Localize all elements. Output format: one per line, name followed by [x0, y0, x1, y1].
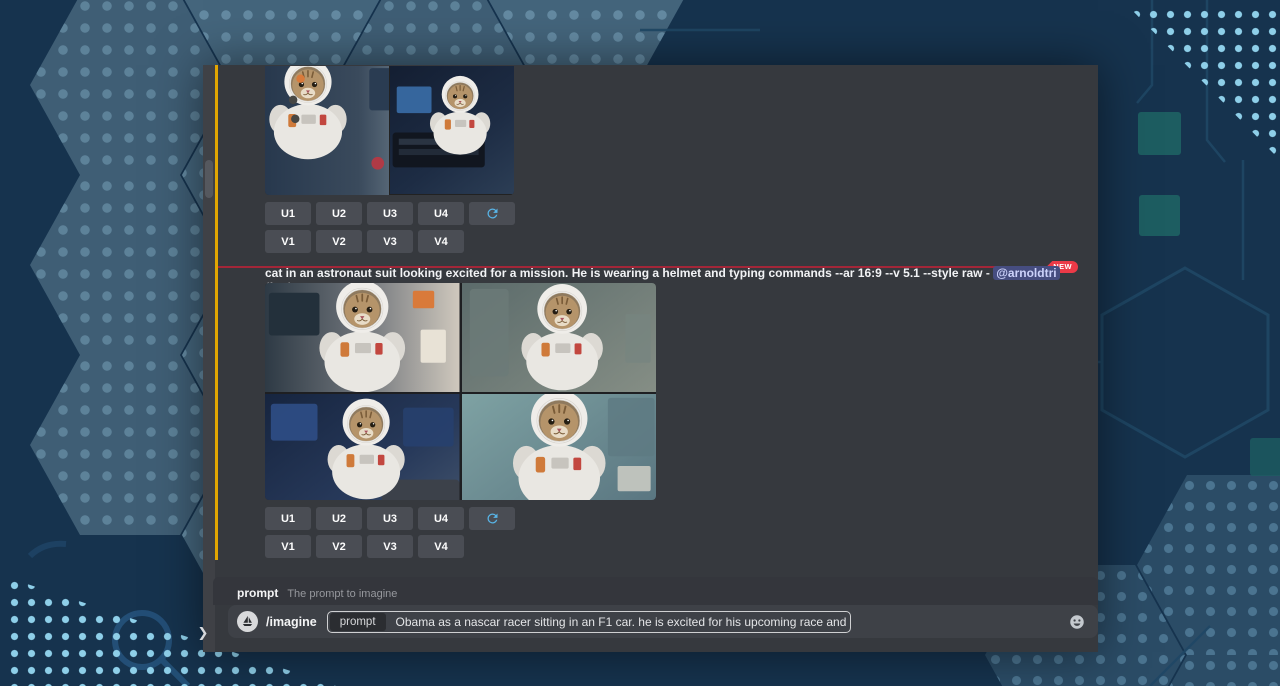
refresh-icon — [485, 511, 500, 526]
generated-image[interactable] — [265, 283, 460, 392]
expand-chevron-icon[interactable]: ❯ — [195, 625, 211, 643]
slash-command-name: /imagine — [266, 615, 317, 629]
prompt-option-field[interactable]: prompt Obama as a nascar racer sitting i… — [327, 611, 851, 633]
v3-button[interactable]: V3 — [367, 535, 413, 558]
teal-square-decor — [1138, 112, 1181, 155]
v3-button[interactable]: V3 — [367, 230, 413, 253]
u2-button[interactable]: U2 — [316, 202, 362, 225]
hint-option-name: prompt — [237, 586, 278, 600]
slash-command-hint[interactable]: prompt The prompt to imagine — [237, 586, 397, 600]
generated-image[interactable] — [265, 394, 460, 500]
collapsed-sidebar-strip — [203, 65, 215, 652]
generated-image[interactable] — [265, 66, 389, 195]
message2-variation-row: V1 V2 V3 V4 — [265, 535, 464, 558]
u2-button[interactable]: U2 — [316, 507, 362, 530]
v2-button[interactable]: V2 — [316, 230, 362, 253]
generated-image-pair[interactable] — [265, 66, 514, 195]
message1-variation-row: V1 V2 V3 V4 — [265, 230, 464, 253]
generated-image-grid[interactable] — [265, 283, 656, 500]
prompt-text: cat in an astronaut suit looking excited… — [265, 266, 983, 280]
sailboat-icon — [240, 614, 255, 629]
option-label: prompt — [330, 613, 386, 631]
u1-button[interactable]: U1 — [265, 202, 311, 225]
v4-button[interactable]: V4 — [418, 230, 464, 253]
refresh-icon — [485, 206, 500, 221]
smiley-icon — [1068, 613, 1086, 631]
midjourney-avatar — [237, 611, 258, 632]
message1-upscale-row: U1 U2 U3 U4 — [265, 202, 515, 225]
v2-button[interactable]: V2 — [316, 535, 362, 558]
reroll-button[interactable] — [469, 507, 515, 530]
generated-image[interactable] — [390, 66, 514, 195]
discord-chat-window: ❯ — [203, 65, 1098, 652]
u3-button[interactable]: U3 — [367, 202, 413, 225]
scrollbar-thumb[interactable] — [205, 160, 213, 198]
highlight-bar — [215, 65, 218, 560]
v1-button[interactable]: V1 — [265, 535, 311, 558]
teal-square-decor — [1250, 438, 1280, 476]
v4-button[interactable]: V4 — [418, 535, 464, 558]
user-mention[interactable]: @arnoldtri — [993, 266, 1059, 280]
u3-button[interactable]: U3 — [367, 507, 413, 530]
option-value-text[interactable]: Obama as a nascar racer sitting in an F1… — [396, 615, 851, 629]
u1-button[interactable]: U1 — [265, 507, 311, 530]
hint-option-description: The prompt to imagine — [287, 588, 397, 600]
v1-button[interactable]: V1 — [265, 230, 311, 253]
generated-image[interactable] — [462, 283, 657, 392]
u4-button[interactable]: U4 — [418, 507, 464, 530]
message2-upscale-row: U1 U2 U3 U4 — [265, 507, 515, 530]
u4-button[interactable]: U4 — [418, 202, 464, 225]
generated-image[interactable] — [462, 394, 657, 500]
reroll-button[interactable] — [469, 202, 515, 225]
dash: - — [986, 266, 990, 280]
screen: ❯ — [0, 0, 1280, 686]
teal-square-decor — [1139, 195, 1180, 236]
message-input[interactable]: /imagine prompt Obama as a nascar racer … — [228, 605, 1098, 638]
emoji-picker-button[interactable] — [1068, 613, 1086, 631]
